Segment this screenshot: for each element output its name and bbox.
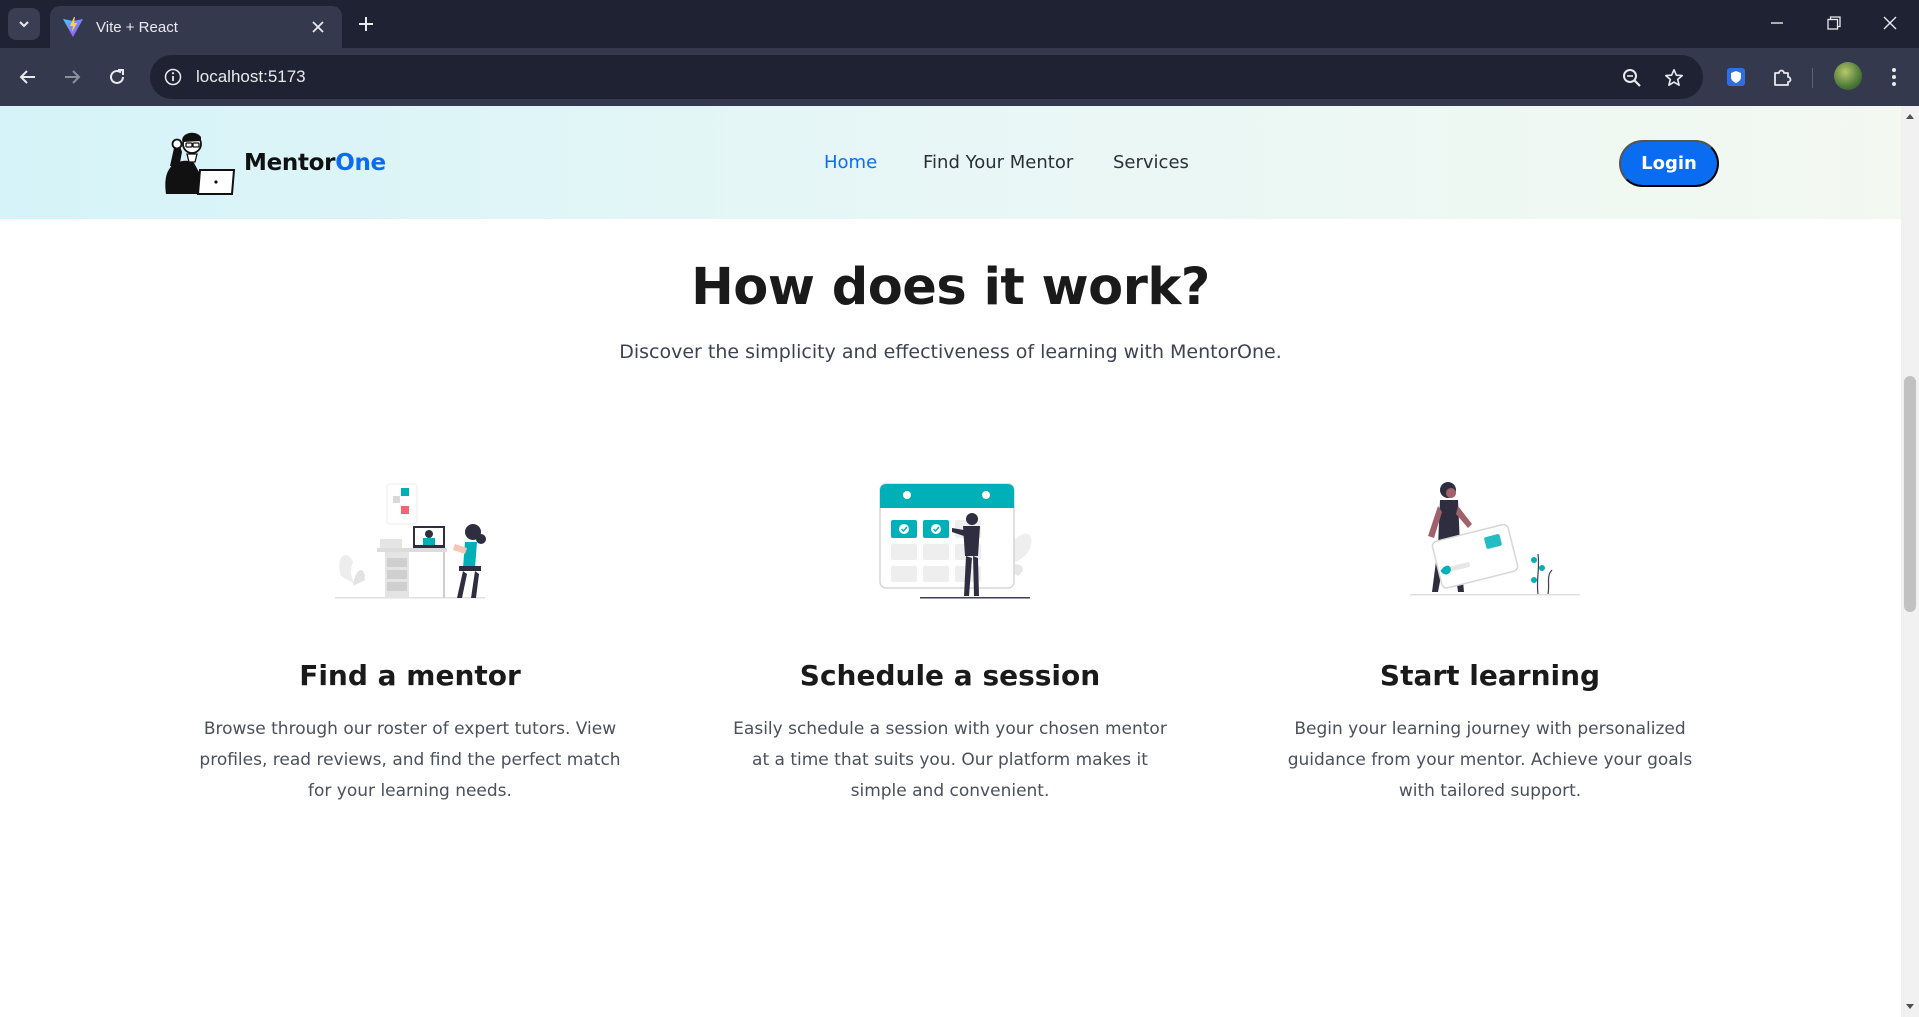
browser-menu-button[interactable] xyxy=(1880,63,1908,91)
scroll-down-button[interactable] xyxy=(1901,999,1919,1015)
step-card-find-mentor: Find a mentor Browse through our roster … xyxy=(190,476,630,807)
nav-find-mentor[interactable]: Find Your Mentor xyxy=(923,152,1073,173)
zoom-icon xyxy=(1623,69,1641,87)
step-illustration xyxy=(190,476,630,601)
step-card-start-learning: Start learning Begin your learning journ… xyxy=(1270,476,1710,807)
tab-title: Vite + React xyxy=(96,18,178,36)
logo-accent-text: One xyxy=(335,150,386,176)
step-card-schedule-session: Schedule a session Easily schedule a ses… xyxy=(730,476,1170,807)
minimize-icon xyxy=(1771,22,1783,24)
step-title: Find a mentor xyxy=(299,659,521,692)
browser-tab-bar: Vite + React xyxy=(0,0,1919,48)
browser-tab[interactable]: Vite + React xyxy=(50,6,342,48)
address-bar[interactable]: localhost:5173 xyxy=(150,55,1703,99)
step-title: Start learning xyxy=(1379,659,1601,692)
forward-icon xyxy=(65,70,81,84)
close-icon xyxy=(312,21,324,33)
calendar-illustration-icon xyxy=(879,483,1032,599)
mentor-desk-illustration-icon xyxy=(335,483,486,599)
profile-avatar[interactable] xyxy=(1834,62,1862,90)
extensions-button[interactable] xyxy=(1768,63,1796,91)
step-title: Schedule a session xyxy=(799,659,1101,692)
site-header: MentorOne Home Find Your Mentor Services… xyxy=(0,106,1901,219)
browser-toolbar: localhost:5173 xyxy=(0,48,1919,106)
close-tab-button[interactable] xyxy=(306,15,330,39)
section-title: How does it work? xyxy=(691,258,1210,317)
nav-services[interactable]: Services xyxy=(1113,152,1189,173)
login-button[interactable]: Login xyxy=(1619,140,1719,187)
mentor-logo-icon xyxy=(165,132,236,195)
step-illustration xyxy=(730,476,1170,601)
shield-extension-icon xyxy=(1727,68,1745,86)
restore-button[interactable] xyxy=(1814,8,1854,38)
back-button[interactable] xyxy=(12,61,44,93)
minimize-button[interactable] xyxy=(1757,8,1797,38)
logo-wordmark: MentorOne xyxy=(244,150,386,176)
scroll-thumb[interactable] xyxy=(1904,376,1916,612)
extension-shield-button[interactable] xyxy=(1722,63,1750,91)
zoom-button[interactable] xyxy=(1620,66,1644,90)
step-description: Browse through our roster of expert tuto… xyxy=(199,719,621,801)
back-icon xyxy=(19,70,35,84)
step-illustration xyxy=(1270,476,1710,601)
star-icon xyxy=(1665,69,1683,86)
chevron-down-icon xyxy=(19,21,29,28)
restore-icon xyxy=(1827,16,1841,30)
bookmark-button[interactable] xyxy=(1662,66,1686,90)
close-window-button[interactable] xyxy=(1870,8,1910,38)
step-description: Begin your learning journey with persona… xyxy=(1287,719,1693,801)
tab-search-button[interactable] xyxy=(8,8,40,40)
vite-favicon-icon xyxy=(63,17,83,37)
nav-home[interactable]: Home xyxy=(824,152,877,173)
caret-up-icon xyxy=(1906,114,1914,119)
logo-main-text: Mentor xyxy=(244,150,336,176)
forward-button[interactable] xyxy=(56,61,88,93)
page-viewport: MentorOne Home Find Your Mentor Services… xyxy=(0,106,1901,1017)
section-subtitle: Discover the simplicity and effectivenes… xyxy=(619,341,1282,363)
url-text: localhost:5173 xyxy=(196,67,306,86)
toolbar-divider xyxy=(1812,68,1813,88)
plus-icon xyxy=(359,17,373,31)
caret-down-icon xyxy=(1906,1004,1914,1009)
site-info-button[interactable] xyxy=(160,64,186,90)
puzzle-icon xyxy=(1774,69,1792,86)
kebab-menu-icon xyxy=(1892,68,1896,86)
close-icon xyxy=(1883,16,1897,30)
scroll-up-button[interactable] xyxy=(1901,108,1919,124)
learning-card-illustration-icon xyxy=(1410,482,1580,596)
new-tab-button[interactable] xyxy=(352,10,380,38)
reload-button[interactable] xyxy=(101,61,133,93)
info-icon xyxy=(164,68,182,86)
site-logo[interactable]: MentorOne xyxy=(160,130,386,196)
reload-icon xyxy=(110,69,124,84)
page-scrollbar[interactable] xyxy=(1901,106,1919,1017)
step-description: Easily schedule a session with your chos… xyxy=(733,719,1167,801)
